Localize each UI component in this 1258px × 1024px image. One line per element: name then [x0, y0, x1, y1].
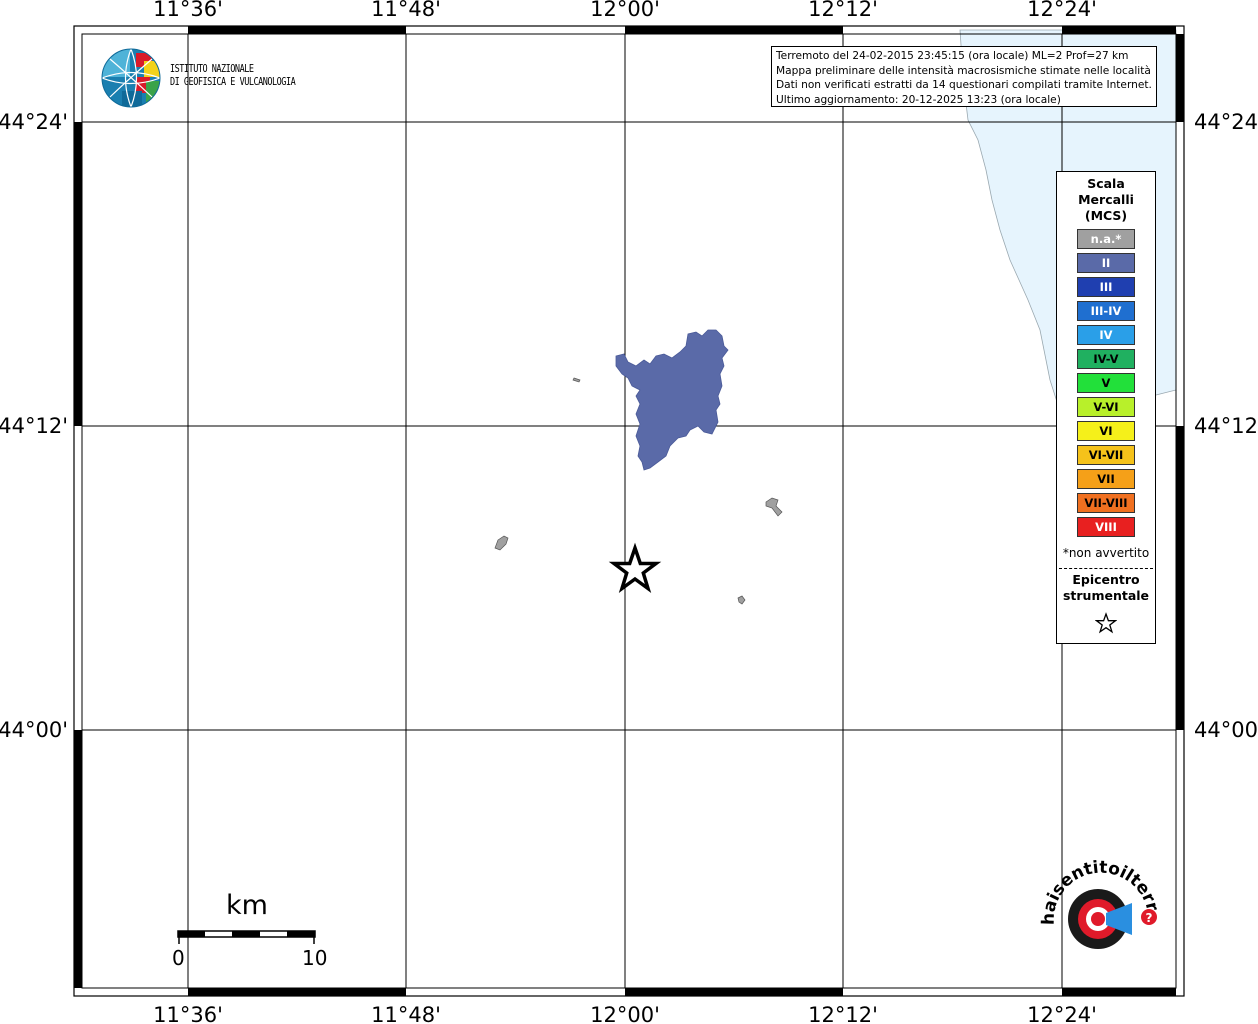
lon-label: 12°24' [1027, 0, 1097, 21]
event-info-line: Dati non verificati estratti da 14 quest… [776, 79, 1152, 92]
legend-items: n.a.* II III III-IV IV IV-V V V-VI VI VI-VII VII VI… [1077, 229, 1135, 541]
legend-swatch: VI [1077, 421, 1135, 441]
legend-swatch: V-VI [1077, 397, 1135, 417]
lon-label: 12°00' [590, 1003, 660, 1024]
scale-bar-end: 10 [302, 946, 328, 970]
ingv-logo-line: ISTITUTO NAZIONALE [170, 63, 254, 75]
lat-label: 44°24' [1194, 110, 1258, 134]
legend-title: Scala Mercalli (MCS) [1057, 176, 1155, 224]
event-info-line: Terremoto del 24-02-2015 23:45:15 (ora l… [776, 50, 1129, 62]
legend-swatch: VIII [1077, 517, 1135, 537]
event-info-line: Mappa preliminare delle intensità macros… [776, 64, 1151, 77]
lon-label: 12°24' [1027, 1003, 1097, 1024]
ingv-logo-text: ISTITUTO NAZIONALE DI GEOFISICA E VULCAN… [170, 63, 296, 89]
mcs-legend: Scala Mercalli (MCS) n.a.* II III III-IV IV I… [1056, 171, 1156, 644]
legend-swatch: VI-VII [1077, 445, 1135, 465]
legend-swatch: VII [1077, 469, 1135, 489]
scale-bar-start: 0 [172, 946, 185, 970]
intensity-area-II [615, 329, 729, 471]
legend-title-line: Scala [1087, 176, 1125, 191]
lat-label: 44°00' [0, 718, 68, 742]
legend-swatch: IV-V [1077, 349, 1135, 369]
legend-swatch: VII-VIII [1077, 493, 1135, 513]
lat-label: 44°12' [0, 414, 68, 438]
latitude-labels-right: 44°24' 44°12' 44°00' [1194, 110, 1258, 742]
legend-swatch: II [1077, 253, 1135, 273]
ingv-logo-line: DI GEOFISICA E VULCANOLOGIA [170, 76, 296, 88]
lon-label: 11°36' [153, 0, 223, 21]
legend-title-line: Mercalli [1078, 192, 1134, 207]
longitude-labels-bottom: 11°36' 11°48' 12°00' 12°12' 12°24' [153, 1003, 1097, 1024]
lon-label: 11°48' [371, 0, 441, 21]
longitude-labels-top: 11°36' 11°48' 12°00' 12°12' 12°24' [153, 0, 1097, 21]
event-info-box: Terremoto del 24-02-2015 23:45:15 (ora l… [771, 46, 1157, 107]
lon-label: 12°12' [808, 0, 878, 21]
lon-label: 11°48' [371, 1003, 441, 1024]
epicenter-star-icon [608, 542, 662, 594]
ingv-logo: ISTITUTO NAZIONALE DI GEOFISICA E VULCAN… [100, 47, 320, 109]
legend-star-icon [1095, 612, 1117, 634]
scale-bar: km 0 10 [170, 890, 340, 970]
lon-label: 11°36' [153, 1003, 223, 1024]
legend-epicenter-line: Epicentro [1072, 572, 1140, 587]
legend-swatch: IV [1077, 325, 1135, 345]
legend-epicenter-line: strumentale [1062, 588, 1150, 603]
ingv-globe-icon [101, 48, 161, 108]
legend-epicenter-label: Epicentro strumentale [1057, 572, 1155, 604]
legend-note: *non avvertito [1062, 546, 1150, 560]
legend-swatch: V [1077, 373, 1135, 393]
scale-bar-unit: km [226, 890, 268, 921]
legend-swatch: n.a.* [1077, 229, 1135, 249]
event-info-line: Ultimo aggiornamento: 20-12-2025 13:23 (… [776, 93, 1061, 106]
lon-label: 12°00' [590, 0, 660, 21]
svg-text:?: ? [1146, 911, 1153, 925]
lat-label: 44°00' [1194, 718, 1258, 742]
lat-label: 44°24' [0, 110, 68, 134]
latitude-labels-left: 44°24' 44°12' 44°00' [0, 110, 68, 742]
haisentito-logo: ? haisentitoilterremoto.it www. [1036, 855, 1162, 949]
lat-label: 44°12' [1194, 414, 1258, 438]
lon-label: 12°12' [808, 1003, 878, 1024]
legend-divider [1059, 568, 1153, 569]
legend-title-line: (MCS) [1084, 208, 1128, 223]
legend-swatch: III-IV [1077, 301, 1135, 321]
legend-swatch: III [1077, 277, 1135, 297]
